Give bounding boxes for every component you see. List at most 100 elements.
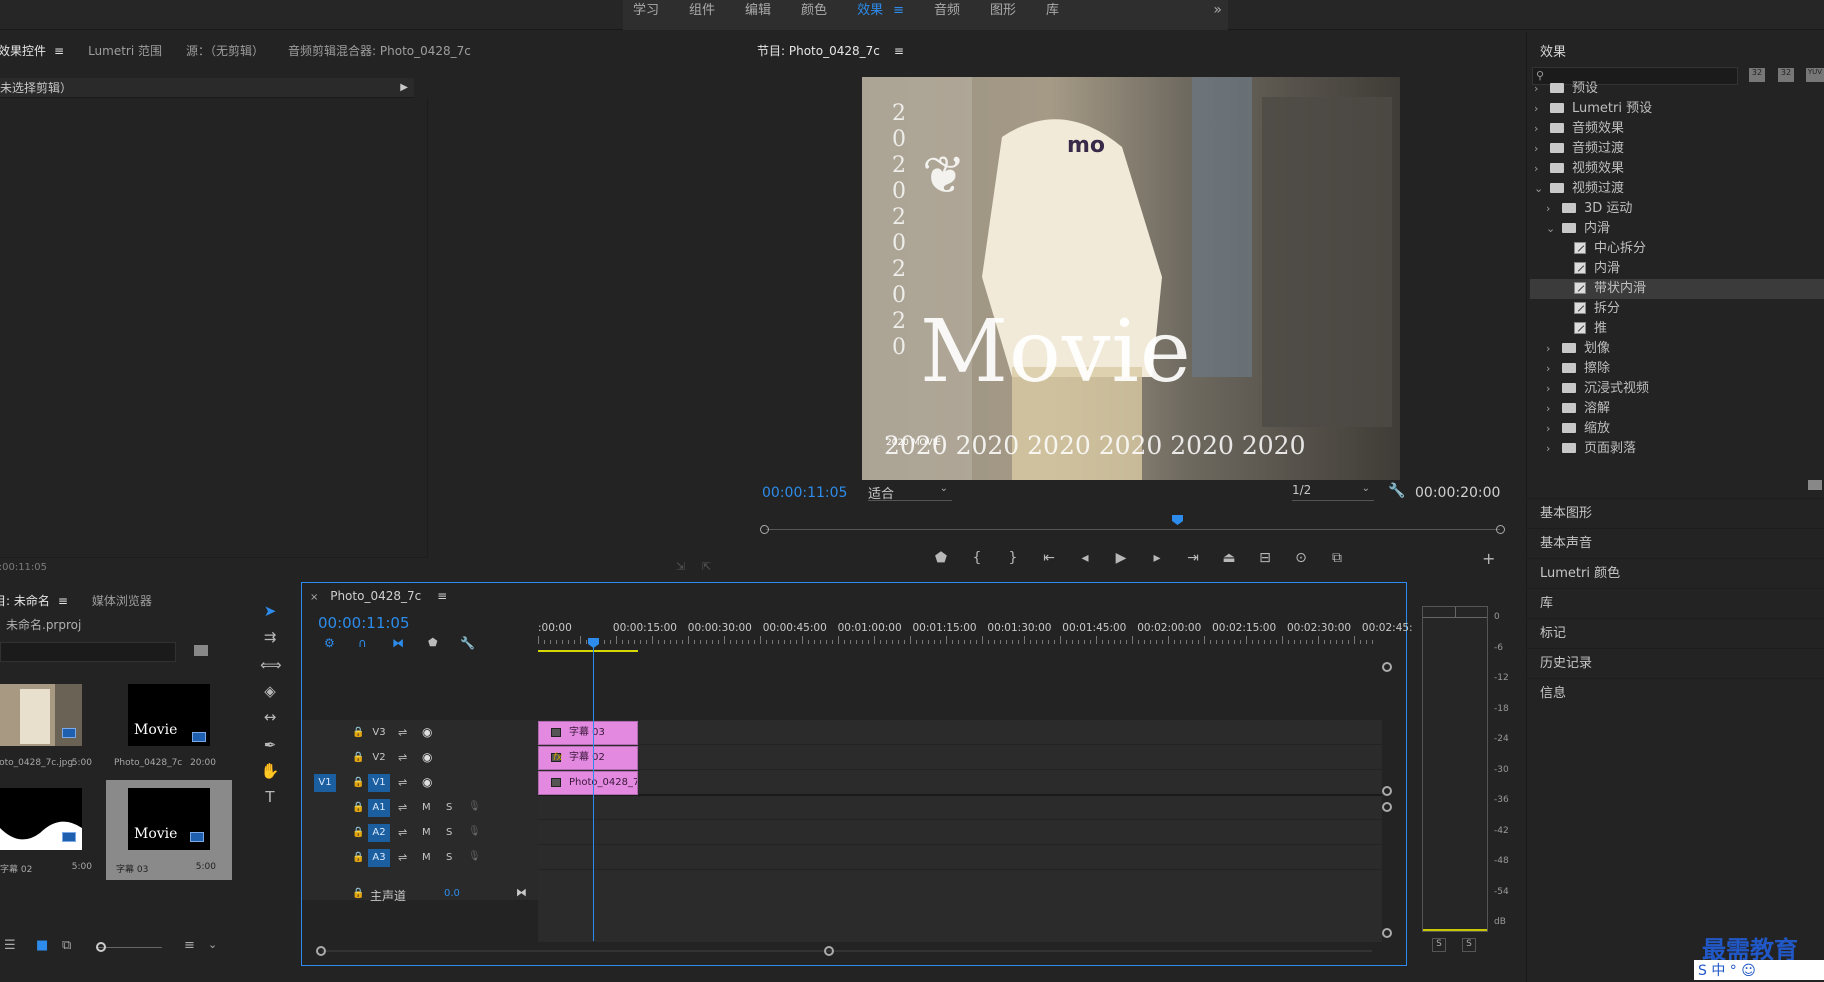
effects-tree-item[interactable]: 中心拆分 [1530,239,1824,259]
pen-tool-icon[interactable]: ✒ [260,736,280,756]
track-target-toggle[interactable]: V2 [368,749,390,767]
solo-left-button[interactable]: S [1432,938,1446,952]
master-volume[interactable]: 0.0 [444,888,460,899]
go-to-in-icon[interactable]: ⇤ [1038,550,1060,566]
new-search-bin-icon[interactable] [194,645,208,656]
sync-lock-icon[interactable]: ⇌ [398,826,407,839]
resolution-dropdown[interactable]: 1/2 ⌄ [1292,483,1374,501]
sync-lock-icon[interactable]: ⇌ [398,851,407,864]
effects-tree-item[interactable]: › 缩放 [1530,419,1824,439]
timeline-tab[interactable]: × Photo_0428_7c ≡ [310,589,447,603]
track-row[interactable] [538,821,1382,845]
new-bin-icon[interactable] [1808,480,1822,490]
ripple-edit-tool-icon[interactable]: ⟺ [260,656,282,676]
scroll-handle-mid2[interactable] [1382,802,1392,812]
work-area-bar[interactable] [538,650,638,652]
scroll-handle-bottom[interactable] [1382,928,1392,938]
chevron-right-icon[interactable]: › [1546,379,1558,399]
add-marker-icon[interactable]: ⬟ [428,636,438,649]
eye-icon[interactable]: ◉ [422,775,432,789]
effects-tree-item[interactable]: 推 [1530,319,1824,339]
chevron-right-icon[interactable]: › [1534,99,1546,119]
menu-icon[interactable]: ≡ [58,594,68,608]
program-scrub-bar[interactable] [760,515,1505,535]
ws-color[interactable]: 颜色 [791,0,847,30]
razor-tool-icon[interactable]: ◈ [260,682,280,702]
mark-in-icon[interactable]: { [966,550,988,566]
freeform-view-icon[interactable]: ⧉ [62,938,71,953]
linked-selection-icon[interactable]: ⧓ [392,636,404,650]
track-row[interactable] [538,771,1382,795]
lock-icon[interactable]: 🔒 [352,752,364,763]
solo-button[interactable]: S [446,852,452,863]
chevron-right-icon[interactable]: › [1546,439,1558,459]
effects-tree-item[interactable]: › 音频过渡 [1530,139,1824,159]
menu-icon[interactable]: ≡ [437,589,447,603]
menu-icon[interactable]: ≡ [893,3,904,18]
track-target-toggle[interactable]: V1 [368,774,390,792]
chevron-right-icon[interactable]: › [1546,359,1558,379]
ws-learn[interactable]: 学习 [623,0,679,30]
share-icon[interactable]: ⇱ [702,560,711,573]
lock-icon[interactable]: 🔒 [352,888,364,899]
ws-editing[interactable]: 编辑 [735,0,791,30]
track-row[interactable] [538,721,1382,745]
chevron-right-icon[interactable]: › [1534,119,1546,139]
lock-icon[interactable]: 🔒 [352,852,364,863]
effects-tree-item[interactable]: › 页面剥落 [1530,439,1824,459]
microphone-icon[interactable]: 🎙 [468,851,481,862]
play-icon[interactable]: ▶ [1110,550,1132,566]
chevron-right-icon[interactable]: › [1534,159,1546,179]
tab-lumetri-scopes[interactable]: Lumetri 范围 [76,42,174,59]
effects-tree-item[interactable]: ⌄ 视频过渡 [1530,179,1824,199]
project-item[interactable]: 字幕 02 5:00 [0,788,100,880]
chevron-down-icon[interactable]: ⌄ [1546,219,1558,239]
zoom-bar-start-handle[interactable] [316,946,326,956]
lock-icon[interactable]: 🔒 [352,727,364,738]
scroll-handle-top[interactable] [1382,662,1392,672]
scrub-start-handle[interactable] [760,525,769,534]
type-tool-icon[interactable]: T [260,788,280,808]
slip-tool-icon[interactable]: ↔ [260,708,280,728]
project-item[interactable]: Photo_0428_7c.jpg 5:00 [0,684,100,776]
solo-button[interactable]: S [446,802,452,813]
ws-libraries[interactable]: 库 [1036,0,1079,30]
more-workspaces-icon[interactable]: » [1213,2,1222,18]
microphone-icon[interactable]: 🎙 [468,801,481,812]
track-select-tool-icon[interactable]: ⇉ [260,628,280,648]
chevron-right-icon[interactable]: › [1546,199,1558,219]
sort-icon[interactable]: ≡ [184,938,195,953]
ws-effects[interactable]: 效果 ≡ [847,0,924,30]
sync-lock-icon[interactable]: ⇌ [398,726,407,739]
compare-view-icon[interactable]: ⧉ [1326,550,1348,566]
solo-button[interactable]: S [446,827,452,838]
tab-project[interactable]: 项目: 未命名 ≡ [0,592,80,609]
go-to-end-icon[interactable]: ⧓ [516,886,527,899]
mute-button[interactable]: M [422,827,431,838]
panel-lumetri-color[interactable]: Lumetri 颜色 [1526,558,1824,588]
track-target-toggle[interactable]: A3 [368,849,390,867]
project-item-selected[interactable]: Movie 字幕 03 5:00 [114,788,216,880]
track-row[interactable] [538,796,1382,820]
lift-icon[interactable]: ⏏ [1218,550,1240,566]
lock-icon[interactable]: 🔒 [352,802,364,813]
export-frame-icon[interactable]: ⇲ [676,560,685,573]
list-view-icon[interactable]: ☰ [4,938,16,953]
ws-assembly[interactable]: 组件 [679,0,735,30]
effects-tree-item[interactable]: 带状内滑 [1530,279,1824,299]
effects-tree-item[interactable]: › 预设 [1530,79,1824,99]
tab-media-browser[interactable]: 媒体浏览器 [80,592,164,609]
close-icon[interactable]: × [310,592,318,603]
fit-dropdown[interactable]: 适合 ⌄ [868,483,952,502]
chevron-right-icon[interactable]: › [1546,419,1558,439]
effects-tree-item[interactable]: › 划像 [1530,339,1824,359]
track-row[interactable] [538,746,1382,770]
tab-program[interactable]: 节目: Photo_0428_7c ≡ [757,42,916,59]
selection-tool-icon[interactable]: ➤ [260,602,280,622]
chevron-down-icon[interactable]: ⌄ [208,938,217,951]
effects-tree-item[interactable]: › 3D 运动 [1530,199,1824,219]
tab-effect-controls[interactable]: 效果控件 ≡ [0,42,76,59]
ws-audio[interactable]: 音频 [924,0,980,30]
program-video-frame[interactable]: mo ❦ 2020202020 Movie 2020 MOVIE 2020 20… [862,77,1400,480]
lock-icon[interactable]: 🔒 [352,827,364,838]
